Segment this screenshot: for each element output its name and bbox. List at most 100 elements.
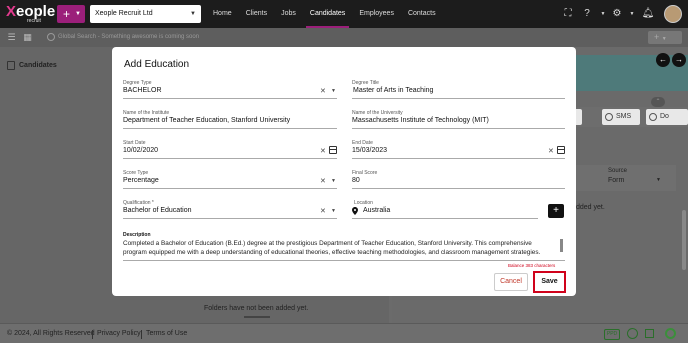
do-chip[interactable]: Do (646, 109, 688, 125)
nav-jobs[interactable]: Jobs (274, 0, 303, 28)
clear-icon[interactable]: ✕ (320, 177, 326, 185)
chevron-down-icon[interactable]: ▼ (596, 7, 610, 21)
fullscreen-icon[interactable]: ⛶ (561, 7, 575, 21)
source-value: Form (608, 177, 625, 184)
wifi-icon (645, 329, 654, 338)
chevron-down-icon: ▼ (75, 11, 81, 17)
character-balance: Balance 383 characters (508, 263, 556, 268)
candidates-sidebar: Candidates (0, 47, 111, 323)
location-value: Australia (363, 207, 391, 214)
start-date-picker[interactable]: Start Date 10/02/2020 ✕ (123, 140, 337, 159)
description-textarea[interactable]: Description Completed a Bachelor of Educ… (123, 232, 565, 262)
search-bar-row: ☰ ▦ Global Search - Something awesome is… (0, 28, 688, 47)
description-value: Completed a Bachelor of Education (B.Ed.… (123, 240, 541, 256)
degree-title-value: Master of Arts in Teaching (353, 87, 434, 94)
status-icon[interactable] (665, 328, 676, 339)
clear-icon[interactable]: ✕ (320, 147, 326, 155)
action-chips: SMS Do (572, 107, 688, 127)
main-nav: Home Clients Jobs Candidates Employees C… (206, 0, 443, 28)
degree-type-label: Degree Type (123, 80, 152, 86)
grid-view-icon[interactable]: ▦ (22, 32, 33, 43)
chevron-down-icon[interactable]: ▼ (656, 177, 661, 183)
company-select[interactable]: Xeople Recruit Ltd ▼ (90, 5, 201, 23)
final-score-input[interactable]: Final Score 80 (352, 170, 565, 189)
end-date-value: 15/03/2023 (352, 147, 388, 154)
divider (92, 330, 93, 339)
add-education-dialog: Add Education Degree Type BACHELOR ✕ ▼ D… (112, 47, 576, 296)
nav-home[interactable]: Home (206, 0, 239, 28)
university-label: Name of the University (352, 110, 403, 116)
global-search[interactable]: Global Search - Something awesome is com… (44, 31, 444, 44)
top-navigation-bar: Xeople recruit + ▼ Xeople Recruit Ltd ▼ H… (0, 0, 688, 28)
nav-employees[interactable]: Employees (352, 0, 401, 28)
chevron-down-icon[interactable]: ▼ (331, 208, 336, 214)
start-date-value: 10/02/2020 (123, 147, 159, 154)
nav-clients[interactable]: Clients (239, 0, 274, 28)
chevron-down-icon[interactable]: ▼ (331, 178, 336, 184)
sms-icon (605, 113, 613, 121)
final-score-label: Final Score (352, 170, 378, 176)
university-input[interactable]: Name of the University Massachusetts Ins… (352, 110, 565, 129)
gear-icon[interactable]: ⚙ (610, 7, 624, 21)
sms-label: SMS (616, 113, 632, 120)
add-dropdown-button[interactable]: + ▼ (648, 31, 682, 44)
user-avatar[interactable] (664, 5, 682, 23)
folders-empty-message: Folders have not been added yet. (204, 305, 309, 312)
quick-add-button[interactable]: + ▼ (57, 5, 85, 23)
start-date-label: Start Date (123, 140, 146, 146)
source-header: Source (608, 168, 628, 174)
save-button[interactable]: Save (537, 275, 562, 289)
search-icon (47, 33, 55, 41)
description-label: Description (123, 232, 151, 238)
plus-icon: + (63, 7, 71, 21)
footer: © 2024, All Rights Reserved Privacy Poli… (0, 323, 688, 343)
degree-type-select[interactable]: Degree Type BACHELOR ✕ ▼ (123, 80, 337, 99)
degree-title-input[interactable]: Degree Title Master of Arts in Teaching (352, 80, 565, 99)
institute-value: Department of Teacher Education, Stanfor… (123, 117, 291, 124)
end-date-picker[interactable]: End Date 15/03/2023 ✕ (352, 140, 565, 159)
score-type-select[interactable]: Score Type Percentage ✕ ▼ (123, 170, 337, 189)
save-highlight: Save (533, 271, 566, 293)
clear-icon[interactable]: ✕ (320, 207, 326, 215)
divider (244, 316, 270, 318)
nav-contacts[interactable]: Contacts (401, 0, 443, 28)
final-score-value: 80 (352, 177, 360, 184)
app-logo[interactable]: Xeople recruit (6, 4, 55, 25)
divider (141, 330, 142, 339)
help-circle-icon[interactable] (627, 328, 638, 339)
clear-icon[interactable]: ✕ (320, 87, 326, 95)
scrollbar[interactable] (682, 210, 686, 270)
nav-candidates[interactable]: Candidates (303, 0, 352, 28)
degree-type-value: BACHELOR (123, 87, 162, 94)
sidebar-title: Candidates (19, 62, 57, 69)
textarea-scrollbar[interactable] (560, 239, 563, 252)
institute-input[interactable]: Name of the Institute Department of Teac… (123, 110, 337, 129)
calendar-icon[interactable] (557, 146, 565, 154)
terms-of-use-link[interactable]: Terms of Use (146, 330, 187, 337)
degree-title-label: Degree Title (352, 80, 379, 86)
collapse-button[interactable]: ⌃ (651, 97, 665, 107)
global-search-placeholder: Global Search - Something awesome is com… (58, 34, 200, 40)
qualification-select[interactable]: Qualification * Bachelor of Education ✕ … (123, 200, 337, 219)
privacy-policy-link[interactable]: Privacy Policy (97, 330, 141, 337)
chevron-down-icon[interactable]: ▼ (331, 88, 336, 94)
calendar-icon[interactable] (329, 146, 337, 154)
cancel-button[interactable]: Cancel (494, 273, 528, 291)
source-table: Source Form ▼ (576, 165, 676, 191)
qualification-label: Qualification * (123, 200, 154, 206)
university-value: Massachusetts Institute of Technology (M… (352, 117, 489, 124)
arrow-right-icon[interactable]: → (672, 53, 686, 67)
dialog-title: Add Education (124, 59, 190, 70)
help-icon[interactable]: ? (580, 7, 594, 21)
list-view-icon[interactable]: ☰ (6, 32, 17, 43)
location-input[interactable]: Location Australia (352, 200, 538, 219)
sms-chip[interactable]: SMS (602, 109, 640, 125)
ppd-badge[interactable]: PPD (604, 329, 620, 340)
end-date-label: End Date (352, 140, 373, 146)
chevron-down-icon[interactable]: ▼ (625, 7, 639, 21)
arrow-left-icon[interactable]: ← (656, 53, 670, 67)
company-select-value: Xeople Recruit Ltd (95, 10, 153, 17)
clear-icon[interactable]: ✕ (548, 147, 554, 155)
add-location-button[interactable]: + (548, 204, 564, 218)
bell-icon[interactable]: 🔔︎ (641, 7, 655, 21)
